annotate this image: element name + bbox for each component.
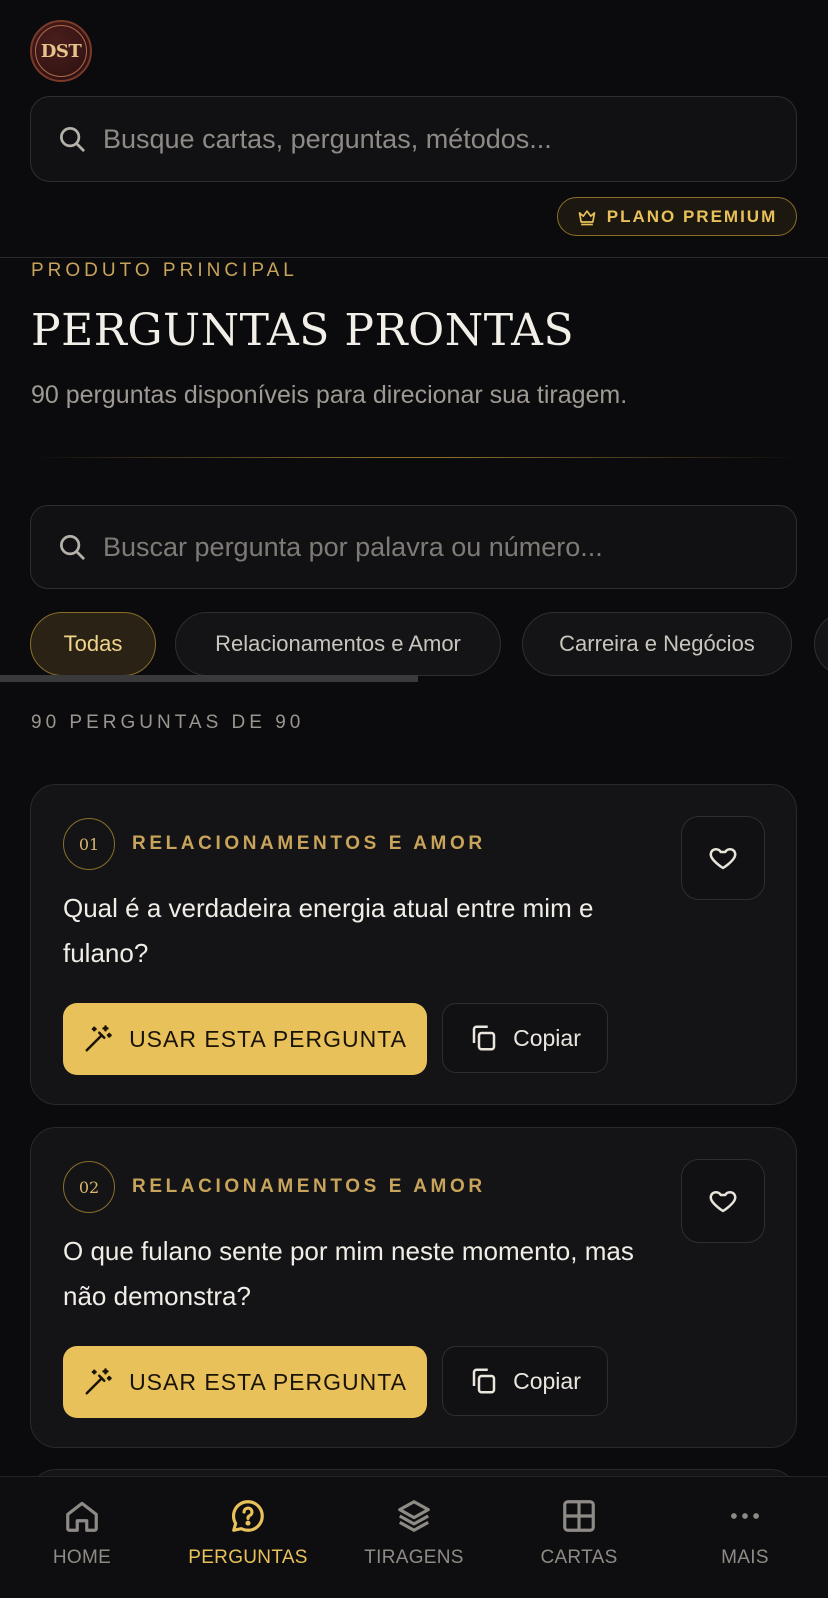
copy-button[interactable]: Copiar xyxy=(442,1003,608,1073)
nav-perguntas[interactable]: PERGUNTAS xyxy=(178,1477,318,1598)
nav-perguntas-label: PERGUNTAS xyxy=(188,1547,308,1568)
question-text: Qual é a verdadeira energia atual entre … xyxy=(63,893,594,968)
global-search-placeholder: Busque cartas, perguntas, métodos... xyxy=(103,123,552,154)
search-icon xyxy=(60,127,85,152)
magic-wand-icon xyxy=(85,1368,112,1395)
question-card: 02 RELACIONAMENTOS E AMOR O que fulano s… xyxy=(30,1127,797,1448)
question-card: 01 RELACIONAMENTOS E AMOR Qual é a verda… xyxy=(30,784,797,1105)
nav-tiragens[interactable]: TIRAGENS xyxy=(344,1477,484,1598)
use-question-label: USAR ESTA PERGUNTA xyxy=(129,1025,407,1052)
question-search-placeholder: Buscar pergunta por palavra ou número... xyxy=(103,531,603,562)
global-search-input[interactable]: Busque cartas, perguntas, métodos... xyxy=(30,96,797,182)
question-category: RELACIONAMENTOS E AMOR xyxy=(132,833,486,854)
category-chips: Todas Relacionamentos e Amor Carreira e … xyxy=(30,612,828,676)
premium-plan-badge[interactable]: PLANO PREMIUM xyxy=(557,197,797,236)
grid-icon xyxy=(563,1500,595,1532)
section-eyebrow: PRODUTO PRINCIPAL xyxy=(31,260,298,281)
use-question-label: USAR ESTA PERGUNTA xyxy=(129,1368,407,1395)
premium-plan-label: PLANO PREMIUM xyxy=(606,206,778,226)
magic-wand-icon xyxy=(85,1025,112,1052)
nav-cartas-label: CARTAS xyxy=(540,1547,618,1568)
question-category: RELACIONAMENTOS E AMOR xyxy=(132,1176,486,1197)
copy-label: Copiar xyxy=(513,1367,581,1394)
bottom-navigation: HOME PERGUNTAS TIRAGENS CARTAS MAIS xyxy=(0,1476,828,1598)
use-question-button[interactable]: USAR ESTA PERGUNTA xyxy=(63,1003,427,1075)
chips-scrollbar[interactable] xyxy=(0,675,418,682)
favorite-button[interactable] xyxy=(681,816,765,900)
app-header: DST Busque cartas, perguntas, métodos...… xyxy=(0,0,828,258)
chip-todas[interactable]: Todas xyxy=(30,612,156,676)
nav-mais-label: MAIS xyxy=(721,1547,769,1568)
crown-icon xyxy=(578,209,596,225)
layers-icon xyxy=(398,1500,430,1532)
nav-cartas[interactable]: CARTAS xyxy=(509,1477,649,1598)
brand-logo-text: DST xyxy=(35,25,87,77)
use-question-button[interactable]: USAR ESTA PERGUNTA xyxy=(63,1346,427,1418)
page-subtitle: 90 perguntas disponíveis para direcionar… xyxy=(31,381,628,409)
copy-icon xyxy=(472,1368,496,1394)
results-count: 90 PERGUNTAS DE 90 xyxy=(31,712,305,733)
question-text: O que fulano sente por mim neste momento… xyxy=(63,1236,634,1311)
copy-label: Copiar xyxy=(513,1024,581,1051)
chip-carreira-e-negocios[interactable]: Carreira e Negócios xyxy=(522,612,792,676)
heart-icon xyxy=(709,848,737,870)
page-title: PERGUNTAS PRONTAS xyxy=(31,305,575,356)
nav-tiragens-label: TIRAGENS xyxy=(364,1547,464,1568)
nav-home[interactable]: HOME xyxy=(12,1477,152,1598)
chip-relacionamentos-e-amor[interactable]: Relacionamentos e Amor xyxy=(175,612,501,676)
question-search-input[interactable]: Buscar pergunta por palavra ou número... xyxy=(30,505,797,589)
copy-icon xyxy=(472,1025,496,1051)
question-number: 02 xyxy=(63,1161,115,1213)
chip-next-partial[interactable] xyxy=(814,612,828,676)
question-number: 01 xyxy=(63,818,115,870)
more-dots-icon xyxy=(731,1513,759,1519)
nav-mais[interactable]: MAIS xyxy=(675,1477,815,1598)
heart-icon xyxy=(709,1191,737,1213)
home-icon xyxy=(66,1501,98,1532)
copy-button[interactable]: Copiar xyxy=(442,1346,608,1416)
nav-home-label: HOME xyxy=(52,1547,112,1568)
favorite-button[interactable] xyxy=(681,1159,765,1243)
question-bubble-icon xyxy=(232,1500,264,1532)
gold-divider xyxy=(30,457,797,458)
search-icon xyxy=(60,535,85,560)
brand-logo[interactable]: DST xyxy=(30,20,92,82)
